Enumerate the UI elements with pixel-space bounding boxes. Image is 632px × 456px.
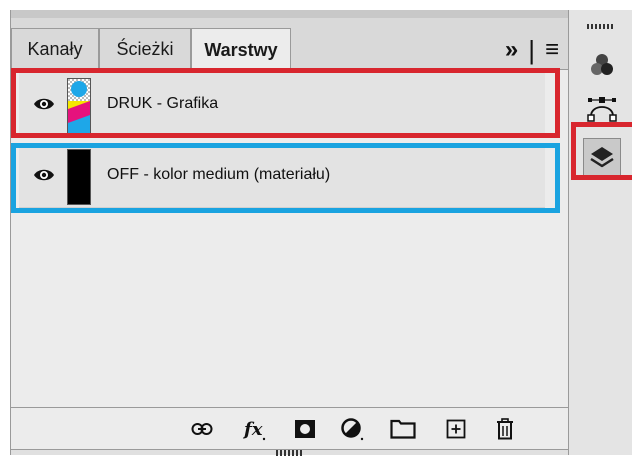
layers-panel: Kanały Ścieżki Warstwy » | ≡ DRUK - Graf… (10, 10, 570, 456)
resize-grip-icon[interactable] (276, 450, 304, 456)
folder-icon[interactable] (390, 416, 416, 442)
new-layer-icon[interactable] (443, 416, 469, 442)
paths-icon (587, 97, 617, 122)
layer-name[interactable]: DRUK - Grafika (107, 72, 218, 136)
panel-resize-bar[interactable] (11, 449, 569, 456)
panel-top-strip (11, 10, 569, 18)
panel-menu-controls: » | ≡ (505, 32, 559, 68)
tab-layers[interactable]: Warstwy (191, 28, 291, 71)
layer-row-druk-grafika[interactable]: DRUK - Grafika (19, 72, 545, 137)
layers-bottom-toolbar: fx (11, 407, 569, 449)
channels-icon (591, 54, 613, 75)
layer-thumbnail (67, 149, 91, 205)
svg-text:fx: fx (242, 419, 263, 440)
layer-name[interactable]: OFF - kolor medium (materiału) (107, 143, 330, 207)
dock-channels-button[interactable] (583, 46, 621, 84)
panel-dock (568, 10, 632, 455)
visibility-eye-icon[interactable] (33, 94, 55, 114)
tab-channels[interactable]: Kanały (11, 28, 99, 70)
layers-icon (590, 147, 614, 168)
visibility-eye-icon[interactable] (33, 165, 55, 185)
panel-menu-button[interactable]: ≡ (545, 36, 559, 64)
fx-icon[interactable]: fx (242, 416, 268, 442)
tab-paths[interactable]: Ścieżki (99, 28, 191, 70)
dock-grip-icon[interactable] (587, 24, 613, 29)
panel-tabbar: Kanały Ścieżki Warstwy » | ≡ (11, 18, 569, 71)
toolbar-separator: | (528, 35, 535, 65)
adjustment-icon[interactable] (340, 416, 366, 442)
expand-panel-button[interactable]: » (505, 36, 518, 64)
layer-thumbnail (67, 78, 91, 134)
layer-row-off-kolor-medium[interactable]: OFF - kolor medium (materiału) (19, 143, 545, 208)
dock-layers-button[interactable] (583, 138, 621, 176)
dock-paths-button[interactable] (583, 90, 621, 128)
link-icon[interactable] (189, 416, 215, 442)
trash-icon[interactable] (492, 416, 518, 442)
mask-icon[interactable] (292, 416, 318, 442)
